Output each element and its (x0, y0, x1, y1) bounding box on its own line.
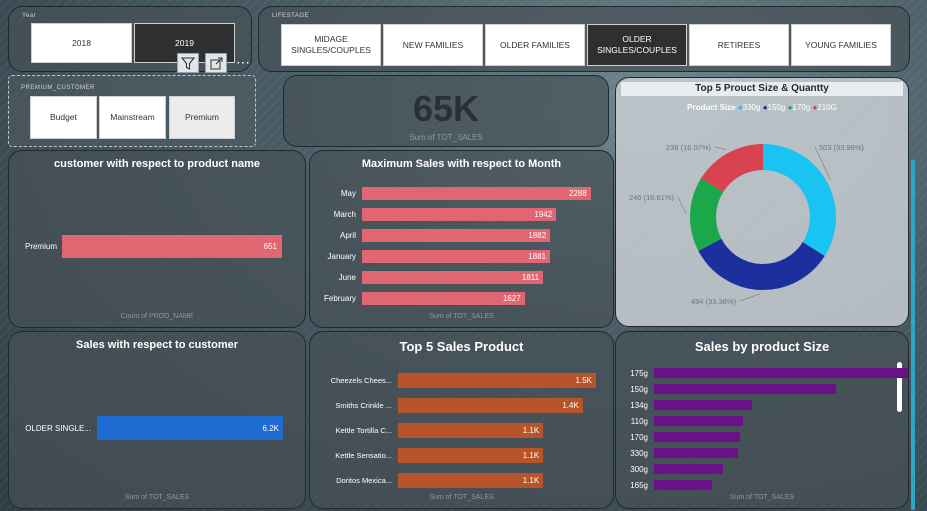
value-label: 1.4K (562, 401, 579, 410)
category-label: April (339, 231, 356, 240)
bar[interactable] (654, 464, 723, 474)
chart-title: Sales by product Size (694, 339, 830, 354)
bar[interactable] (654, 432, 741, 442)
filter-icon[interactable] (177, 53, 199, 73)
chart-month-sales: Maximum Sales with respect to Month Sum … (309, 150, 614, 328)
value-label: 1.1K (522, 476, 540, 485)
x-axis-label: Sum of TOT_SALES (729, 494, 795, 501)
chart-title: Maximum Sales with respect to Month (361, 158, 562, 170)
category-label: Kettle Sensatio... (335, 451, 392, 460)
value-label: 2288 (569, 189, 587, 198)
category-label: Cheezels Chees... (330, 376, 392, 385)
value-label: 651 (263, 242, 277, 251)
chart-title: Top 5 Sales Product (399, 339, 524, 354)
category-label: 110g (630, 416, 648, 426)
donut-data-label: 503 (33.96%) (819, 143, 865, 152)
chart-title: Sales with respect to customer (76, 339, 238, 351)
kpi-label: Sum of TOT_SALES (409, 133, 483, 142)
premium-option-premium[interactable]: Premium (169, 96, 235, 139)
value-label: 1811 (521, 273, 540, 282)
bar[interactable] (654, 480, 712, 490)
value-label: 1627 (502, 294, 521, 303)
bar[interactable] (654, 384, 836, 394)
category-label: OLDER SINGLE... (25, 424, 91, 433)
category-label: 330g (630, 448, 648, 458)
category-label: 300g (630, 464, 648, 474)
category-label: 170g (630, 432, 648, 442)
category-label: February (323, 294, 356, 303)
leader-line (677, 196, 687, 215)
lifestage-option-young-families[interactable]: YOUNG FAMILIES (791, 24, 891, 66)
page-scroll-accent (911, 160, 915, 510)
chart-top5-products: Top 5 Sales Product Sum of TOT_SALES Che… (309, 331, 614, 509)
value-label: 1882 (528, 231, 547, 240)
lifestage-slicer-label: LIFESTAGE (272, 13, 310, 19)
lifestage-option-retirees[interactable]: RETIREES (689, 24, 789, 66)
bar[interactable] (654, 400, 752, 410)
bar[interactable] (654, 368, 908, 378)
donut-chart: 503 (33.96%) 494 (33.36%) 246 (16.61%) 238 … (629, 143, 865, 306)
lifestage-slicer: LIFESTAGE MIDAGE SINGLES/COUPLES NEW FAM… (258, 6, 910, 72)
focus-mode-icon[interactable] (205, 53, 227, 73)
bar[interactable] (654, 448, 739, 458)
premium-slicer-label: PREMIUM_CUSTOMER (21, 85, 95, 91)
more-options-icon[interactable]: ⋯ (232, 53, 254, 73)
value-label: 1881 (528, 252, 547, 261)
chart-customer-sales: Sales with respect to customer OLDER SIN… (8, 331, 306, 509)
category-label: 175g (630, 368, 648, 378)
x-axis-label: Count of PROD_NAME (120, 313, 194, 320)
chart-product-size-donut: Top 5 Prouct Size & Quantty Product Size… (615, 77, 909, 327)
donut-data-label: 494 (33.36%) (691, 297, 737, 306)
category-label: June (338, 273, 356, 282)
chart-size-sales: Sales by product Size Sum of TOT_SALES 1… (615, 331, 909, 509)
x-axis-label: Sum of TOT_SALES (124, 494, 190, 501)
lifestage-option-older-families[interactable]: OLDER FAMILIES (485, 24, 585, 66)
donut-slice-170g[interactable] (690, 178, 724, 251)
year-slicer-label: Year (22, 13, 37, 19)
category-label: January (327, 252, 356, 261)
donut-slice-150g[interactable] (698, 238, 825, 290)
category-label: May (340, 189, 356, 198)
category-label: 165g (630, 480, 648, 490)
value-label: 6.2K (262, 424, 279, 433)
donut-data-label: 238 (16.07%) (666, 143, 712, 152)
kpi-value: 65K (412, 88, 480, 129)
chart-customer-product: customer with respect to product name Pr… (8, 150, 306, 328)
premium-option-budget[interactable]: Budget (30, 96, 97, 139)
x-axis-label: Sum of TOT_SALES (429, 313, 494, 320)
leader-line (714, 146, 726, 150)
x-axis-label: Sum of TOT_SALES (429, 494, 494, 501)
lifestage-option-older-singles[interactable]: OLDER SINGLES/COUPLES (587, 24, 687, 66)
chart-title: customer with respect to product name (54, 158, 260, 170)
premium-slicer: PREMIUM_CUSTOMER Budget Mainstream Premi… (8, 75, 256, 147)
donut-slice-330g[interactable] (763, 144, 836, 256)
category-label: Kettle Tortilla C... (335, 426, 392, 435)
lifestage-option-new-families[interactable]: NEW FAMILIES (383, 24, 483, 66)
value-label: 1.5K (575, 376, 592, 385)
value-label: 1.1K (522, 426, 540, 435)
leader-line (739, 293, 761, 302)
category-label: Premium (24, 242, 57, 251)
lifestage-option-midage[interactable]: MIDAGE SINGLES/COUPLES (281, 24, 381, 66)
category-label: March (333, 210, 356, 219)
category-label: Doritos Mexica... (336, 476, 392, 485)
bar[interactable] (654, 416, 743, 426)
donut-data-label: 246 (16.61%) (629, 193, 675, 202)
value-label: 1942 (534, 210, 553, 219)
premium-option-mainstream[interactable]: Mainstream (99, 96, 166, 139)
category-label: 134g (630, 400, 648, 410)
kpi-card: 65K Sum of TOT_SALES (283, 75, 609, 147)
category-label: Smiths Crinkle ... (335, 401, 392, 410)
category-label: 150g (630, 384, 648, 394)
year-option-2018[interactable]: 2018 (31, 23, 132, 63)
value-label: 1.1K (522, 451, 540, 460)
chart-title: Top 5 Prouct Size & Quantty (621, 82, 903, 96)
